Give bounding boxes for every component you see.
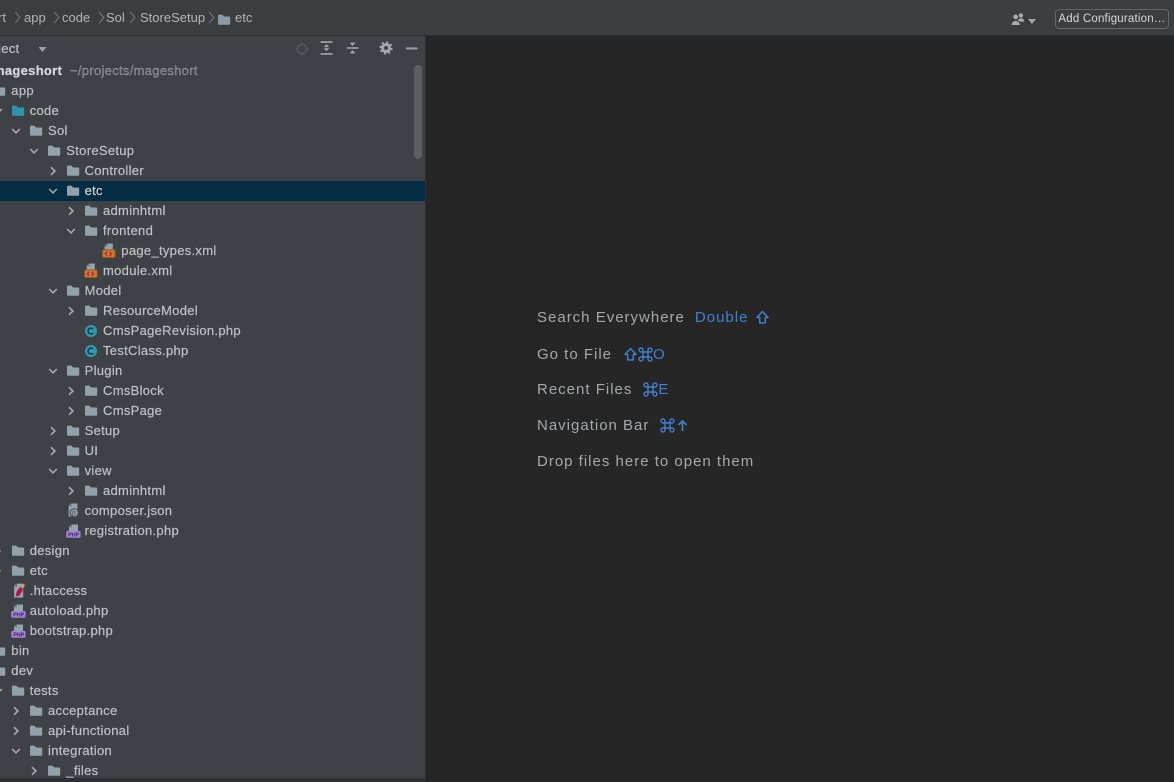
- svg-text:PHP: PHP: [13, 632, 24, 638]
- svg-text:PHP: PHP: [68, 532, 79, 538]
- svg-text:PHP: PHP: [13, 612, 24, 618]
